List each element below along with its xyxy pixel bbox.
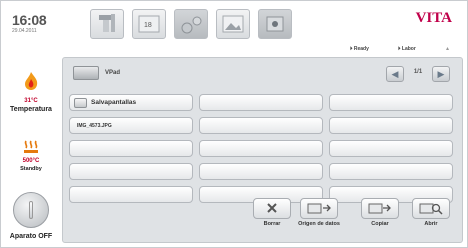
data-source-button[interactable] bbox=[300, 198, 338, 219]
tab-vpad[interactable] bbox=[258, 9, 292, 39]
images-icon bbox=[222, 15, 244, 33]
close-icon bbox=[267, 203, 277, 213]
file-slot-empty[interactable] bbox=[329, 94, 453, 111]
file-slot-empty[interactable] bbox=[199, 163, 323, 180]
file-slot-empty[interactable] bbox=[329, 117, 453, 134]
magnifier-icon bbox=[419, 203, 443, 215]
file-slot-empty[interactable] bbox=[69, 140, 193, 157]
file-slot-empty[interactable] bbox=[329, 163, 453, 180]
file-slot-empty[interactable] bbox=[199, 94, 323, 111]
open-button[interactable] bbox=[412, 198, 450, 219]
tab-settings[interactable] bbox=[174, 9, 208, 39]
flame-icon bbox=[25, 72, 38, 90]
tab-program[interactable]: 18 bbox=[132, 9, 166, 39]
file-slot-empty[interactable] bbox=[329, 140, 453, 157]
data-source-label: Origen de datos bbox=[298, 221, 340, 227]
delete-label: Borrar bbox=[263, 221, 281, 227]
folder-item[interactable]: Salvapantallas bbox=[69, 94, 193, 111]
power-label: Aparato OFF bbox=[9, 233, 53, 240]
page-next-button[interactable]: ▶ bbox=[432, 66, 450, 82]
settings-icon bbox=[181, 16, 202, 34]
page-number: 1/1 bbox=[413, 69, 423, 75]
scroll-arrow-icon: ▴ bbox=[446, 46, 450, 52]
heater-icon bbox=[24, 140, 38, 153]
power-knob-icon bbox=[29, 201, 33, 219]
program-icon: 18 bbox=[138, 15, 160, 33]
standby-label: Standby bbox=[20, 166, 42, 172]
data-source-icon bbox=[307, 203, 331, 214]
pager: ◀ 1/1 ▶ bbox=[386, 66, 450, 84]
file-slot-empty[interactable] bbox=[69, 186, 193, 203]
open-label: Abrir bbox=[424, 221, 438, 227]
press-icon bbox=[99, 14, 115, 32]
tab-images[interactable] bbox=[216, 9, 250, 39]
temperature-label: Temperatura bbox=[10, 106, 52, 113]
file-slot-empty[interactable] bbox=[69, 163, 193, 180]
power-button[interactable] bbox=[13, 192, 49, 228]
chevron-right-icon: ▶ bbox=[437, 69, 445, 79]
current-path: VPad bbox=[105, 70, 121, 76]
tab-press[interactable] bbox=[90, 9, 124, 39]
delete-button[interactable] bbox=[253, 198, 291, 219]
copy-label: Copiar bbox=[371, 221, 389, 227]
svg-text:18: 18 bbox=[144, 22, 152, 29]
vpad-icon bbox=[266, 16, 284, 32]
standby-temperature: 500°C bbox=[22, 158, 40, 164]
folder-icon bbox=[74, 98, 87, 108]
file-slot-empty[interactable] bbox=[199, 117, 323, 134]
left-panel: 31°C Temperatura 500°C Standby Aparato O… bbox=[0, 57, 62, 248]
top-tab-bar: 18 bbox=[78, 5, 378, 43]
folder-up-button[interactable] bbox=[73, 66, 99, 80]
file-name: Salvapantallas bbox=[91, 99, 137, 106]
status-labor: ⏵ Labor bbox=[398, 46, 416, 52]
file-item[interactable]: IMG_4573.JPG bbox=[69, 117, 193, 134]
brand-logo: VITA bbox=[415, 10, 452, 26]
page-prev-button[interactable]: ◀ bbox=[386, 66, 404, 82]
file-slot-empty[interactable] bbox=[199, 140, 323, 157]
file-browser: VPad ◀ 1/1 ▶ Salvapantallas IMG_4573.JPG … bbox=[62, 57, 463, 243]
temperature-value: 31°C bbox=[24, 98, 38, 104]
clock-time: 16:08 bbox=[12, 12, 47, 28]
chevron-left-icon: ◀ bbox=[391, 69, 399, 79]
copy-icon bbox=[368, 203, 391, 214]
copy-button[interactable] bbox=[361, 198, 399, 219]
file-name: IMG_4573.JPG bbox=[77, 123, 112, 129]
clock-date: 29.04.2011 bbox=[12, 28, 37, 34]
status-ready: ⏵ Ready bbox=[350, 46, 369, 52]
